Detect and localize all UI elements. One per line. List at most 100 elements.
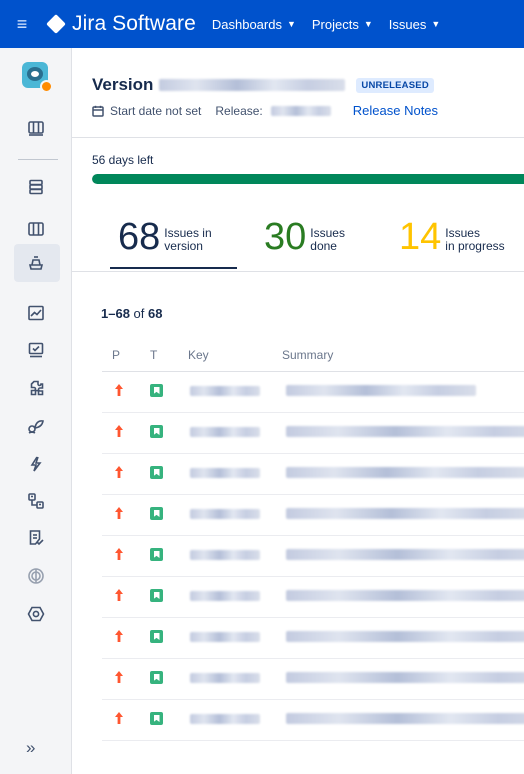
table-row[interactable] xyxy=(102,454,524,495)
table-row[interactable] xyxy=(102,413,524,454)
priority-high-icon xyxy=(114,670,124,684)
issues-done-label: Issues done xyxy=(310,227,345,256)
releases-icon[interactable] xyxy=(24,251,48,275)
version-progress-fill xyxy=(92,174,524,184)
tab-issues-in-progress[interactable]: 14 Issues in progress xyxy=(399,218,505,256)
column-summary[interactable]: Summary xyxy=(282,348,333,362)
table-row[interactable] xyxy=(102,700,524,741)
project-type-badge-icon xyxy=(40,80,53,93)
days-left-text: 56 days left xyxy=(92,153,154,167)
column-key[interactable]: Key xyxy=(188,348,209,362)
nav-dashboards-label: Dashboards xyxy=(211,16,282,32)
issue-key-redacted[interactable] xyxy=(190,632,260,642)
story-icon xyxy=(150,589,163,602)
label-line-1: Issues in xyxy=(164,226,212,240)
table-row[interactable] xyxy=(102,577,524,618)
table-row[interactable] xyxy=(102,495,524,536)
column-type[interactable]: T xyxy=(150,348,157,362)
story-icon xyxy=(150,384,163,397)
issue-stats-tabs: 68 Issues in version 30 Issues done 14 Iss… xyxy=(72,208,524,272)
app-name: Jira Software xyxy=(72,12,196,35)
nav-projects-label: Projects xyxy=(311,16,359,32)
expand-sidebar-button[interactable]: » xyxy=(26,738,35,758)
table-row[interactable] xyxy=(102,659,524,700)
nav-dashboards[interactable]: Dashboards ▼ xyxy=(212,17,296,32)
issue-summary-redacted[interactable] xyxy=(286,508,524,519)
nav-projects[interactable]: Projects ▼ xyxy=(312,17,373,32)
priority-high-icon xyxy=(114,629,124,643)
columns-icon[interactable] xyxy=(24,217,48,241)
status-badge: UNRELEASED xyxy=(356,77,434,93)
story-icon xyxy=(150,425,163,438)
settings-icon[interactable] xyxy=(24,602,48,626)
issue-key-redacted[interactable] xyxy=(190,427,260,437)
nav-issues[interactable]: Issues ▼ xyxy=(389,17,441,32)
issue-key-redacted[interactable] xyxy=(190,714,260,724)
add-ons-icon[interactable] xyxy=(24,564,48,588)
issue-key-redacted[interactable] xyxy=(190,509,260,519)
tab-issues-done[interactable]: 30 Issues done xyxy=(264,218,345,256)
header-divider xyxy=(72,137,524,138)
components-icon[interactable] xyxy=(24,376,48,400)
stats-divider xyxy=(72,271,524,272)
issue-summary-redacted[interactable] xyxy=(286,385,476,396)
column-priority[interactable]: P xyxy=(112,348,120,362)
issues-icon[interactable] xyxy=(24,338,48,362)
jira-logo[interactable]: Jira Software xyxy=(46,12,196,36)
issue-summary-redacted[interactable] xyxy=(286,467,524,478)
chevron-down-icon: ▼ xyxy=(363,19,373,29)
issues-in-version-count: 68 xyxy=(118,216,161,258)
version-details-panel: Version UNRELEASED Start date not set Re… xyxy=(72,48,524,774)
label-line-2: done xyxy=(310,239,337,253)
project-sidebar: » xyxy=(0,48,72,774)
jira-diamond-icon xyxy=(46,14,66,34)
priority-high-icon xyxy=(114,383,124,397)
reports-icon[interactable] xyxy=(24,301,48,325)
issue-summary-redacted[interactable] xyxy=(286,549,524,560)
top-navigation-bar: ≡ Jira Software Dashboards ▼ Projects ▼ Is… xyxy=(0,0,524,48)
priority-high-icon xyxy=(114,588,124,602)
chevron-down-icon: ▼ xyxy=(286,19,296,29)
project-avatar[interactable] xyxy=(22,62,53,93)
pages-icon[interactable] xyxy=(24,526,48,550)
release-date-redacted xyxy=(270,105,331,116)
issue-summary-redacted[interactable] xyxy=(286,713,524,724)
issue-key-redacted[interactable] xyxy=(190,386,260,396)
issue-summary-redacted[interactable] xyxy=(286,631,524,642)
active-tab-underline xyxy=(110,267,237,269)
code-icon[interactable] xyxy=(24,414,48,438)
issue-key-redacted[interactable] xyxy=(190,468,260,478)
version-meta-row: Start date not set Release: Release Note… xyxy=(92,103,438,118)
release-notes-link[interactable]: Release Notes xyxy=(353,103,438,118)
tab-issues-in-version[interactable]: 68 Issues in version xyxy=(118,218,212,256)
story-icon xyxy=(150,671,163,684)
priority-high-icon xyxy=(114,424,124,438)
issue-summary-redacted[interactable] xyxy=(286,672,524,683)
issues-table: P T Key Summary xyxy=(102,338,524,741)
label-line-2: in progress xyxy=(445,239,505,253)
issue-summary-redacted[interactable] xyxy=(286,590,524,601)
label-line-1: Issues xyxy=(445,226,480,240)
issues-in-version-label: Issues in version xyxy=(164,227,211,256)
deployments-icon[interactable] xyxy=(24,452,48,476)
issues-in-progress-label: Issues in progress xyxy=(445,227,504,256)
issue-key-redacted[interactable] xyxy=(190,673,260,683)
start-date-text: Start date not set xyxy=(110,103,202,118)
table-row[interactable] xyxy=(102,618,524,659)
chevron-down-icon: ▼ xyxy=(431,19,441,29)
issues-in-progress-count: 14 xyxy=(399,216,442,258)
issue-count-summary: 1–68 of 68 xyxy=(101,306,162,321)
app-switcher-menu-icon[interactable]: ≡ xyxy=(0,0,44,48)
repository-icon[interactable] xyxy=(24,489,48,513)
issue-key-redacted[interactable] xyxy=(190,550,260,560)
story-icon xyxy=(150,712,163,725)
issue-summary-redacted[interactable] xyxy=(286,426,524,437)
table-row[interactable] xyxy=(102,372,524,413)
issue-key-redacted[interactable] xyxy=(190,591,260,601)
table-row[interactable] xyxy=(102,536,524,577)
story-icon xyxy=(150,630,163,643)
backlog-icon[interactable] xyxy=(24,175,48,199)
board-icon[interactable] xyxy=(24,116,48,140)
nav-issues-label: Issues xyxy=(388,16,427,32)
table-header: P T Key Summary xyxy=(102,338,524,372)
